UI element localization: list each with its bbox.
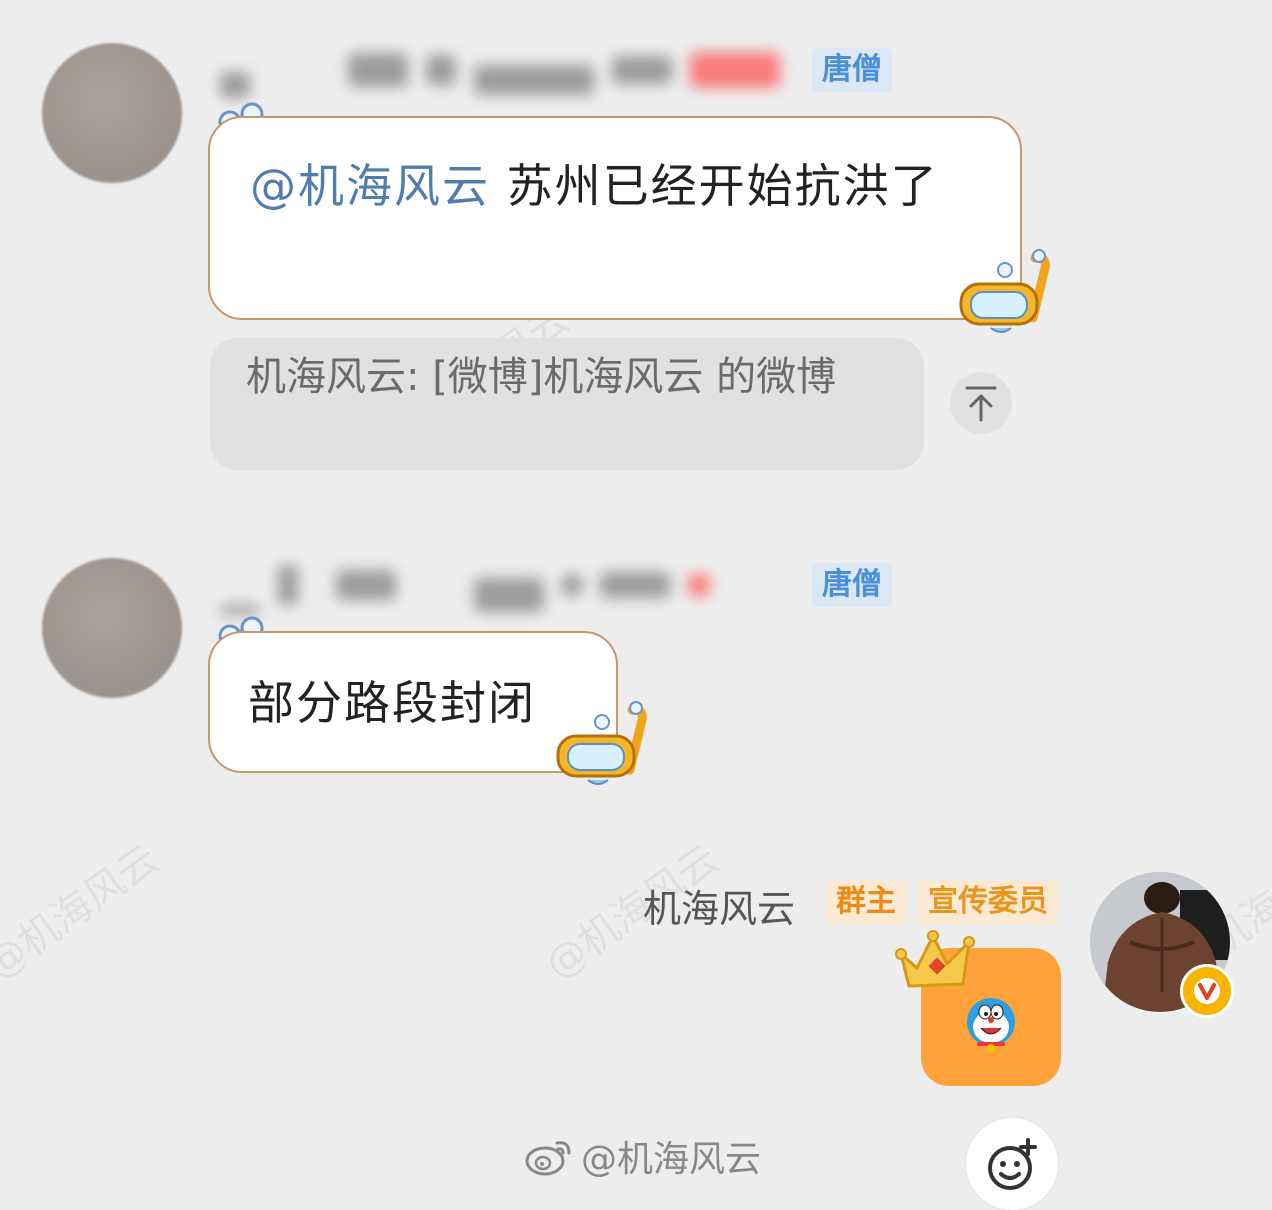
- jump-to-original-button[interactable]: [950, 372, 1012, 434]
- emoji-reaction-button[interactable]: [966, 1118, 1058, 1210]
- snorkel-mask-icon: [556, 701, 647, 785]
- snorkel-mask-icon: [959, 249, 1050, 333]
- mention-link[interactable]: @机海风云: [250, 159, 490, 213]
- member-badge: 唐僧: [812, 48, 892, 92]
- weibo-handle: @机海风云: [581, 1139, 762, 1180]
- crown-icon: [895, 930, 975, 988]
- member-badge: 唐僧: [812, 563, 892, 607]
- role-tag: 宣传委员: [918, 880, 1058, 924]
- message-text: 部分路段封闭: [248, 676, 536, 730]
- verified-badge-icon: [1180, 964, 1234, 1018]
- v-check-icon: [1194, 978, 1220, 1004]
- sender-avatar[interactable]: [42, 558, 182, 698]
- weibo-logo-icon: [525, 1141, 571, 1176]
- sender-avatar[interactable]: [42, 43, 182, 183]
- doraemon-icon: [967, 998, 1015, 1052]
- owner-tag: 群主: [826, 880, 906, 924]
- arrow-up-icon: [965, 386, 997, 422]
- message-text: 苏州已经开始抗洪了: [490, 159, 939, 213]
- add-reaction-icon: [988, 1138, 1037, 1190]
- quoted-text: 机海风云: [微博]机海风云 的微博: [246, 354, 837, 400]
- self-username: 机海风云: [643, 887, 796, 931]
- sender-name-blurred: [220, 555, 710, 615]
- watermark: @机海风云: [0, 836, 168, 989]
- quoted-reply[interactable]: 机海风云: [微博]机海风云 的微博: [210, 338, 924, 470]
- weibo-watermark: @机海风云: [525, 1130, 761, 1182]
- message-bubble[interactable]: @机海风云 苏州已经开始抗洪了: [208, 116, 1022, 320]
- sender-name-blurred: [220, 40, 780, 100]
